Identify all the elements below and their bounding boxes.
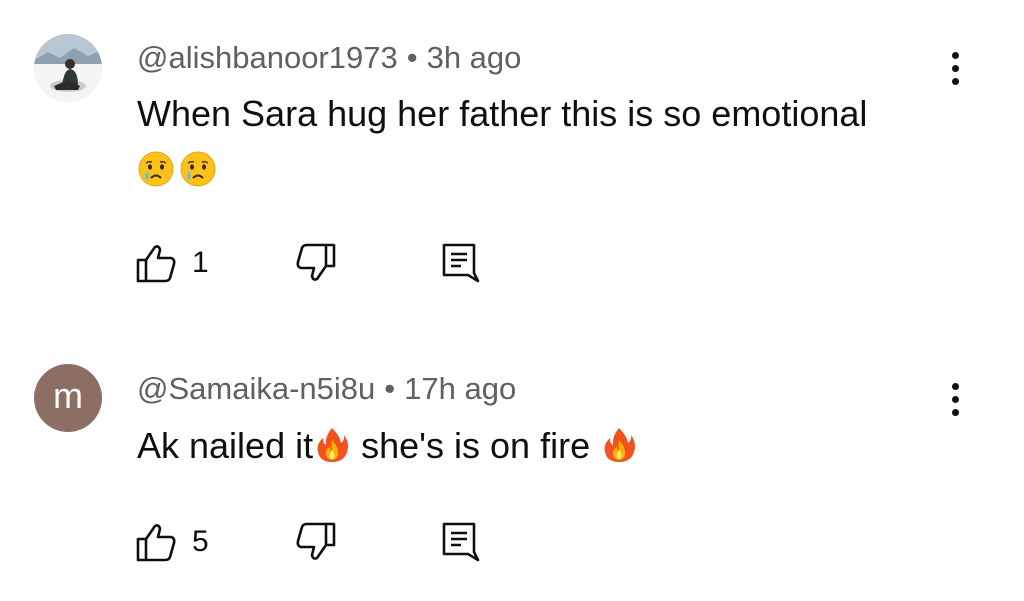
comment-meta: @alishbanoor1973 • 3h ago — [137, 42, 521, 73]
comment-text-part: she's is on fire — [351, 425, 601, 466]
thumbs-down-icon — [294, 241, 338, 285]
comment-actions: 1 — [134, 238, 534, 288]
dislike-button[interactable] — [294, 517, 338, 567]
comment-text-part: Ak nailed it — [137, 425, 314, 466]
comment-text: When Sara hug her father this is so emot… — [137, 93, 868, 134]
comment-item: m @Samaika-n5i8u • 17h ago Ak nailed it sh… — [0, 330, 1024, 601]
like-count: 1 — [192, 246, 209, 279]
like-button[interactable]: 5 — [134, 517, 209, 567]
comment-time[interactable]: 3h ago — [427, 40, 522, 75]
comment-item: @alishbanoor1973 • 3h ago When Sara hug he… — [0, 0, 1024, 330]
avatar[interactable]: m — [34, 364, 102, 432]
thumbs-up-icon — [134, 241, 178, 285]
avatar[interactable] — [34, 34, 102, 102]
more-vert-icon — [951, 51, 959, 59]
dislike-button[interactable] — [294, 238, 338, 288]
author-handle[interactable]: @alishbanoor1973 — [137, 40, 398, 75]
thumbs-up-icon — [134, 520, 178, 564]
avatar-letter: m — [53, 375, 83, 416]
meta-separator: • — [406, 40, 418, 75]
comment-text: Ak nailed it she's is on fire — [137, 428, 638, 464]
reply-button[interactable] — [440, 238, 480, 288]
comment-actions: 5 — [134, 517, 534, 567]
more-vert-icon — [951, 382, 959, 390]
author-handle[interactable]: @Samaika-n5i8u — [137, 371, 375, 406]
comment-time[interactable]: 17h ago — [404, 371, 516, 406]
meta-separator: • — [384, 371, 396, 406]
comment-text-emojis — [137, 150, 217, 188]
fire-emoji-icon — [313, 426, 351, 464]
fire-emoji-icon — [600, 426, 638, 464]
thumbs-down-icon — [294, 520, 338, 564]
reply-comment-icon — [440, 520, 480, 564]
crying-face-emoji-icon — [179, 150, 217, 188]
comment-menu-button[interactable] — [940, 43, 970, 93]
reply-comment-icon — [440, 241, 480, 285]
comment-meta: @Samaika-n5i8u • 17h ago — [137, 373, 516, 404]
like-button[interactable]: 1 — [134, 238, 209, 288]
comment-list: @alishbanoor1973 • 3h ago When Sara hug he… — [0, 0, 1024, 601]
like-count: 5 — [192, 525, 209, 558]
comment-menu-button[interactable] — [940, 374, 970, 424]
avatar-photo-icon — [34, 34, 102, 102]
reply-button[interactable] — [440, 517, 480, 567]
crying-face-emoji-icon — [137, 150, 175, 188]
